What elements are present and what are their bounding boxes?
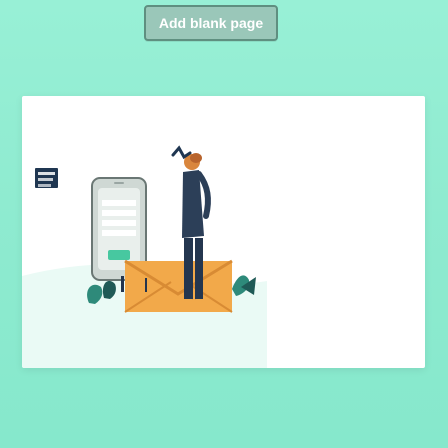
envelope-icon (124, 259, 233, 313)
menu-list-icon (35, 168, 58, 188)
blank-page-card[interactable] (22, 96, 425, 368)
add-blank-page-button[interactable]: Add blank page (144, 5, 278, 41)
page-illustration (22, 145, 267, 368)
toolbar: Add blank page (0, 0, 448, 54)
